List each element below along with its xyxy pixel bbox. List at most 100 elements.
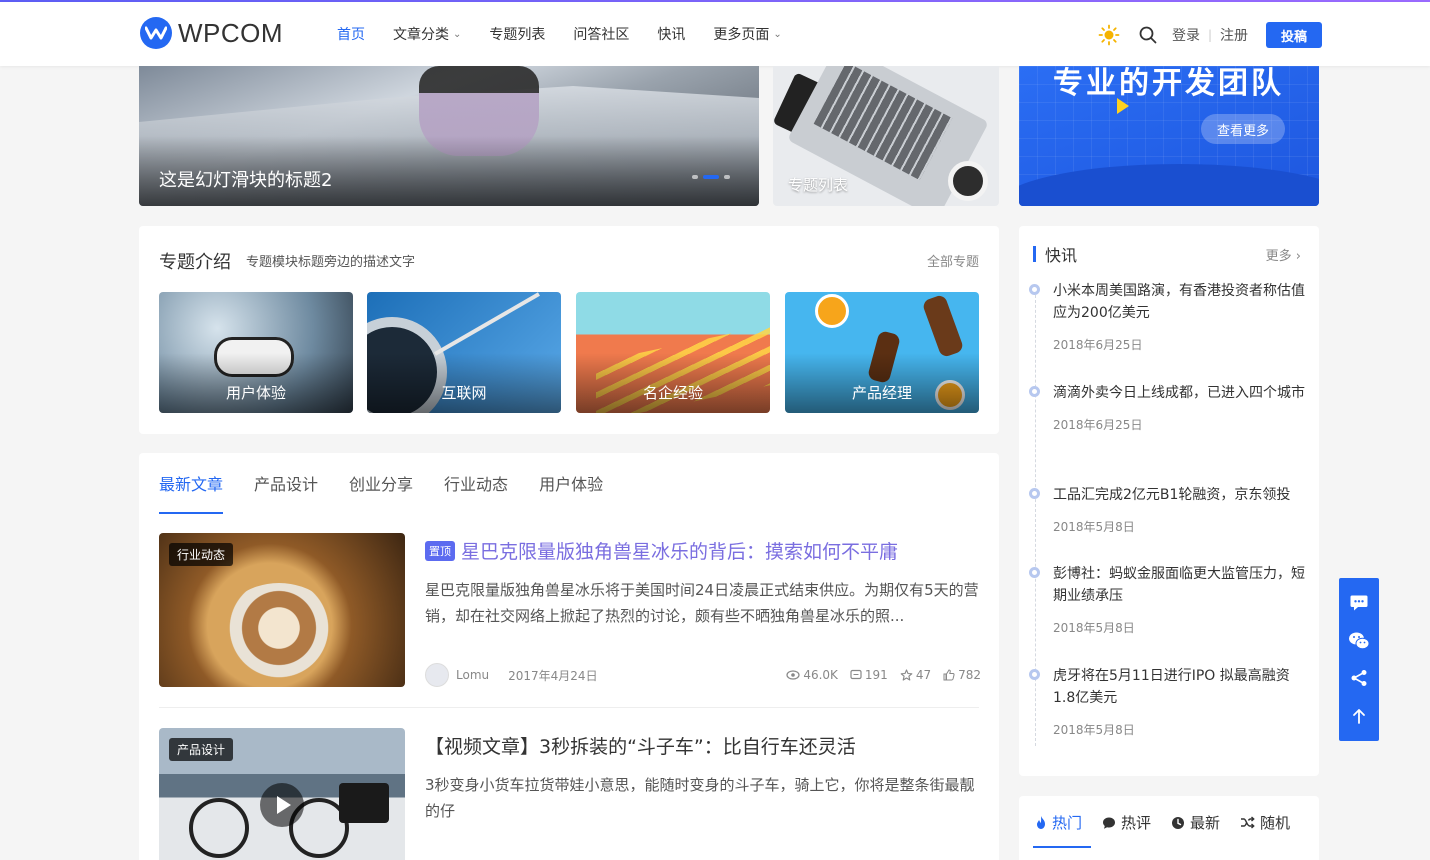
tab-industry[interactable]: 行业动态 [444,471,508,513]
flash-title: 快讯 [1045,246,1078,265]
tab-product-design[interactable]: 产品设计 [254,471,318,513]
category-badge[interactable]: 行业动态 [169,543,234,566]
nav-item-qa[interactable]: 问答社区 [573,24,629,44]
article-thumbnail[interactable]: 产品设计 [159,728,405,860]
tab-label: 最新 [1190,814,1221,832]
clock-icon [1172,816,1185,829]
nav-item-topics[interactable]: 专题列表 [489,24,545,44]
topic-card[interactable]: 产品经理 [785,292,979,413]
hot-tabs: 热门 热评 最新 随机 [1032,812,1310,848]
article-title[interactable]: 【视频文章】3秒拆装的“斗子车”：比自行车还灵活 [425,732,856,759]
flash-text[interactable]: 小米本周美国路演，有香港投资者称估值应为200亿美元 [1053,280,1305,324]
flash-item[interactable]: 虎牙将在5月11日进行IPO 拟最高融资1.8亿美元 2018年5月8日 [1029,665,1305,738]
topic-card[interactable]: 用户体验 [159,292,353,413]
article-item: 产品设计 【视频文章】3秒拆装的“斗子车”：比自行车还灵活 3秒变身小货车拉货带… [159,728,979,860]
flash-more-link[interactable]: 更多 › [1266,245,1301,264]
wechat-icon[interactable] [1348,630,1370,652]
share-icon[interactable] [1348,667,1370,689]
slide-title[interactable]: 这是幻灯滑块的标题2 [159,166,332,192]
side-feature-card[interactable]: 专题列表 [773,66,999,206]
flash-date: 2018年5月8日 [1053,520,1135,534]
likes-count: 782 [958,668,981,682]
flash-item[interactable]: 工品汇完成2亿元B1轮融资，京东领投 2018年5月8日 [1029,484,1305,535]
article-excerpt: 星巴克限量版独角兽星冰乐将于美国时间24日凌晨正式结束供应。为期仅有5天的营销，… [425,581,979,625]
tab-label: 热评 [1121,814,1152,832]
register-link[interactable]: 注册 [1220,25,1248,45]
topics-module: 专题介绍 专题模块标题旁边的描述文字 全部专题 用户体验 互联网 名企经验 产品… [139,226,999,434]
submit-post-button[interactable]: 投稿 [1266,22,1323,48]
tab-startup[interactable]: 创业分享 [349,471,413,513]
timeline-dot [1029,386,1040,397]
hero-slider[interactable]: 这是幻灯滑块的标题2 [139,66,759,206]
accent-bar [1033,246,1036,262]
tab-hot-comments[interactable]: 热评 [1102,812,1151,847]
slider-dot-active[interactable] [703,175,719,179]
nav-label: 快讯 [657,27,686,43]
chevron-right-icon: › [1295,249,1301,264]
login-link[interactable]: 登录 [1172,25,1200,45]
author-name[interactable]: Lomu [456,668,489,682]
back-to-top-icon[interactable] [1348,705,1370,727]
tab-label: 随机 [1260,814,1291,832]
pinned-badge: 置顶 [425,541,455,561]
flash-text[interactable]: 虎牙将在5月11日进行IPO 拟最高融资1.8亿美元 [1053,665,1305,709]
timeline-dot [1029,488,1040,499]
promo-banner[interactable]: 专业的开发团队 查看更多 [1019,66,1319,206]
flash-text[interactable]: 工品汇完成2亿元B1轮融资，京东领投 [1053,484,1305,506]
logo-text: WPCOM [178,17,284,48]
tab-newest[interactable]: 最新 [1171,812,1220,847]
article-stats: 46.0K 191 47 782 [786,668,981,682]
side-feature-title: 专题列表 [788,176,849,194]
logo-mark-icon [140,17,172,49]
topic-card[interactable]: 互联网 [367,292,561,413]
tab-ux[interactable]: 用户体验 [539,471,603,513]
nav-label: 首页 [337,27,365,43]
slider-pagination [692,175,730,179]
sun-icon[interactable] [1098,24,1120,46]
nav-item-home[interactable]: 首页 [337,24,365,44]
favorites-stat: 47 [900,668,931,682]
flash-text[interactable]: 滴滴外卖今日上线成都，已进入四个城市 [1053,382,1305,404]
chat-icon[interactable] [1348,592,1370,614]
bike-wheel-image [189,798,249,858]
timeline-dot [1029,284,1040,295]
article-thumbnail[interactable]: 行业动态 [159,533,405,687]
flash-text[interactable]: 彭博社：蚂蚁金服面临更大监管压力，短期业绩承压 [1053,563,1305,607]
slider-dot[interactable] [692,175,698,179]
flash-item[interactable]: 小米本周美国路演，有香港投资者称估值应为200亿美元 2018年6月25日 [1029,280,1305,353]
flash-item[interactable]: 滴滴外卖今日上线成都，已进入四个城市 2018年6月25日 [1029,382,1305,433]
main-nav: 首页 文章分类 ⌄ 专题列表 问答社区 快讯 更多页面 ⌄ [337,24,810,44]
nav-item-more[interactable]: 更多页面 ⌄ [713,24,781,44]
divider: | [1208,28,1213,42]
tab-latest[interactable]: 最新文章 [159,471,224,514]
articles-module: 最新文章 产品设计 创业分享 行业动态 用户体验 行业动态 置顶 星巴克限量版独角… [139,453,999,860]
category-badge[interactable]: 产品设计 [169,738,234,761]
flash-item[interactable]: 彭博社：蚂蚁金服面临更大监管压力，短期业绩承压 2018年5月8日 [1029,563,1305,636]
publish-date: 2017年4月24日 [508,668,598,683]
tab-random[interactable]: 随机 [1240,812,1290,847]
all-topics-link[interactable]: 全部专题 [927,251,979,270]
nav-item-flash[interactable]: 快讯 [657,24,685,44]
site-logo[interactable]: WPCOM [140,17,283,49]
topic-label: 用户体验 [225,384,286,402]
eye-icon [786,670,800,680]
comments-count: 191 [864,668,888,682]
nav-label: 文章分类 [393,27,449,43]
avatar[interactable] [425,663,449,687]
topic-card[interactable]: 名企经验 [576,292,770,413]
video-play-icon[interactable] [260,783,304,827]
topic-label: 产品经理 [851,384,912,402]
article-divider [159,707,979,708]
nav-label: 问答社区 [573,27,630,43]
coffee-cup-image [219,583,339,683]
article-title-text: 星巴克限量版独角兽星冰乐的背后：摸索如何不平庸 [461,541,899,563]
article-title[interactable]: 置顶 星巴克限量版独角兽星冰乐的背后：摸索如何不平庸 [425,537,898,564]
nav-item-categories[interactable]: 文章分类 ⌄ [393,24,461,44]
slider-dot[interactable] [724,175,730,179]
antenna-image [434,292,540,356]
tab-hot[interactable]: 热门 [1032,812,1092,848]
search-icon[interactable] [1138,25,1158,45]
promo-more-button[interactable]: 查看更多 [1201,114,1285,144]
chevron-down-icon: ⌄ [453,28,462,40]
article-item: 行业动态 置顶 星巴克限量版独角兽星冰乐的背后：摸索如何不平庸 星巴克限量版独角兽… [159,533,981,693]
